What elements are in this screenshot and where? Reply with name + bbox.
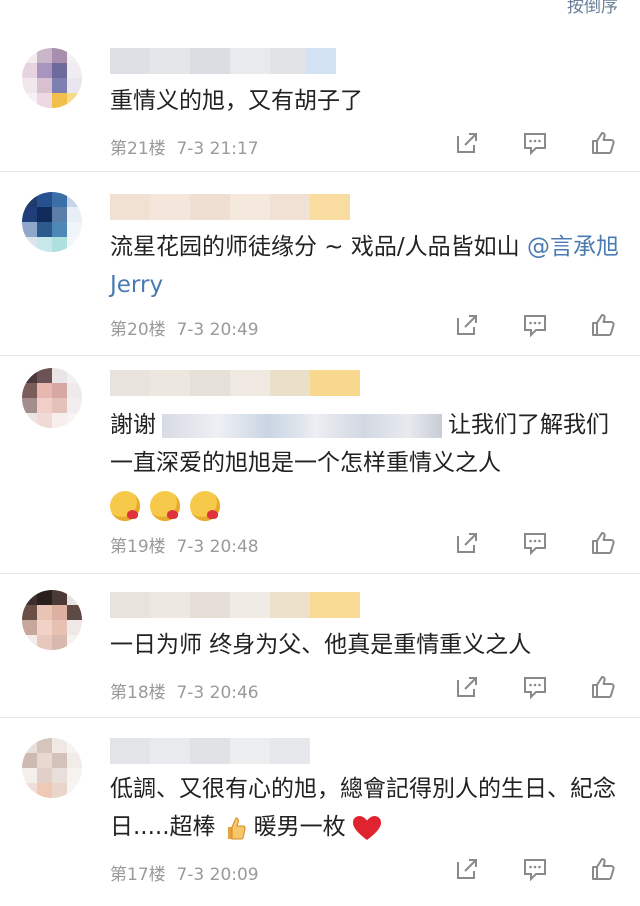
avatar[interactable] <box>22 48 82 108</box>
comment-meta: 第20楼 7-3 20:49 <box>110 315 259 340</box>
username-blurred[interactable] <box>110 194 350 220</box>
emoji-row <box>110 486 620 521</box>
blushing-emoji-icon <box>190 490 220 521</box>
username-blurred[interactable] <box>110 48 336 74</box>
comment-actions <box>454 130 616 156</box>
avatar[interactable] <box>22 738 82 798</box>
comment-text: 謝谢 让我们了解我们一直深爱的旭旭是一个怎样重情义之人 <box>110 406 620 521</box>
like-icon[interactable] <box>590 530 616 556</box>
comment-body-tail: 暖男一枚 <box>253 814 346 840</box>
avatar[interactable] <box>22 368 82 428</box>
username-blurred[interactable] <box>110 592 360 618</box>
share-icon[interactable] <box>454 130 480 156</box>
comment-item: 一日为师 终身为父、他真是重情重义之人 第18楼 7-3 20:46 <box>0 574 640 718</box>
comment-body: 流星花园的师徒缘分 ~ 戏品/人品皆如山 <box>110 234 527 260</box>
comment-icon[interactable] <box>522 530 548 556</box>
avatar[interactable] <box>22 192 82 252</box>
floor-number: 第20楼 <box>110 320 166 340</box>
comment-meta: 第18楼 7-3 20:46 <box>110 678 259 703</box>
share-icon[interactable] <box>454 312 480 338</box>
comment-actions <box>454 674 616 700</box>
comment-text: 流星花园的师徒缘分 ~ 戏品/人品皆如山 @言承旭 Jerry <box>110 228 620 304</box>
comment-text: 重情义的旭，又有胡子了 <box>110 82 620 120</box>
like-icon[interactable] <box>590 856 616 882</box>
comment-icon[interactable] <box>522 856 548 882</box>
comment-body-prefix: 謝谢 <box>110 412 156 438</box>
comment-item: 低調、又很有心的旭，總會記得別人的生日、紀念日.....超棒 暖男一枚 第17楼 … <box>0 718 640 906</box>
floor-number: 第19楼 <box>110 537 166 557</box>
username-blurred[interactable] <box>110 738 310 764</box>
comment-icon[interactable] <box>522 312 548 338</box>
comment-icon[interactable] <box>522 674 548 700</box>
comment-meta: 第21楼 7-3 21:17 <box>110 134 259 159</box>
blushing-emoji-icon <box>150 490 180 521</box>
comment-actions <box>454 312 616 338</box>
comment-time: 7-3 20:48 <box>176 537 259 557</box>
comment-item: 謝谢 让我们了解我们一直深爱的旭旭是一个怎样重情义之人 第19楼 7-3 20:4… <box>0 356 640 574</box>
comment-actions <box>454 856 616 882</box>
comment-item: 流星花园的师徒缘分 ~ 戏品/人品皆如山 @言承旭 Jerry 第20楼 7-3… <box>0 172 640 356</box>
floor-number: 第21楼 <box>110 139 166 159</box>
comment-icon[interactable] <box>522 130 548 156</box>
comment-meta: 第19楼 7-3 20:48 <box>110 532 259 557</box>
comment-body: 重情义的旭，又有胡子了 <box>110 88 363 114</box>
comment-item: 重情义的旭，又有胡子了 第21楼 7-3 21:17 <box>0 22 640 172</box>
comment-time: 7-3 21:17 <box>176 139 259 159</box>
avatar[interactable] <box>22 590 82 650</box>
comment-time: 7-3 20:46 <box>176 683 259 703</box>
share-icon[interactable] <box>454 674 480 700</box>
username-blurred[interactable] <box>110 370 360 396</box>
share-icon[interactable] <box>454 530 480 556</box>
share-icon[interactable] <box>454 856 480 882</box>
like-icon[interactable] <box>590 130 616 156</box>
comment-text: 一日为师 终身为父、他真是重情重义之人 <box>110 626 620 664</box>
thumbs-up-emoji-icon <box>227 816 246 839</box>
sort-order-button[interactable]: 按倒序 <box>567 0 618 17</box>
comment-actions <box>454 530 616 556</box>
comment-meta: 第17楼 7-3 20:09 <box>110 860 259 885</box>
floor-number: 第17楼 <box>110 865 166 885</box>
sort-label: 按倒序 <box>567 0 618 17</box>
like-icon[interactable] <box>590 674 616 700</box>
comment-body: 一日为师 终身为父、他真是重情重义之人 <box>110 632 532 658</box>
comment-text: 低調、又很有心的旭，總會記得別人的生日、紀念日.....超棒 暖男一枚 <box>110 770 620 846</box>
comment-time: 7-3 20:09 <box>176 865 259 885</box>
blushing-emoji-icon <box>110 490 140 521</box>
comment-time: 7-3 20:49 <box>176 320 259 340</box>
blurred-mention <box>162 413 442 438</box>
red-heart-emoji-icon <box>352 815 381 840</box>
floor-number: 第18楼 <box>110 683 166 703</box>
like-icon[interactable] <box>590 312 616 338</box>
